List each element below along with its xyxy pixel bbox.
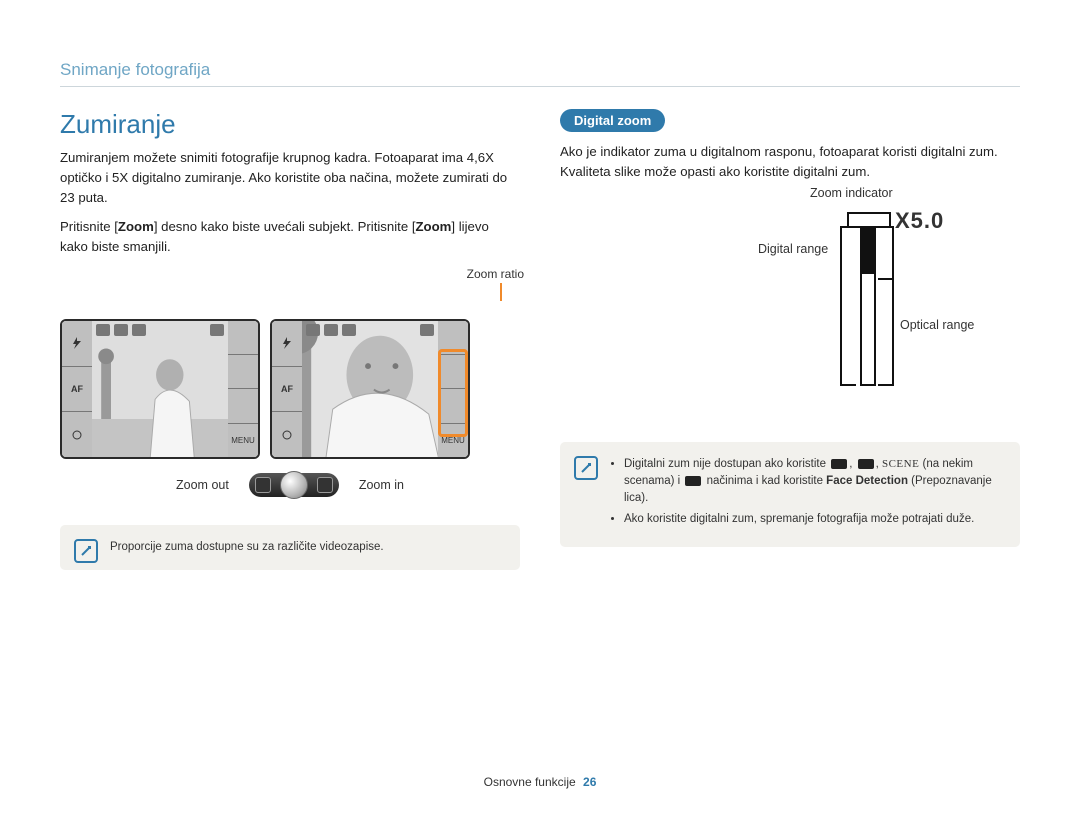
- zoom-scale-fill: [862, 224, 874, 274]
- af-icon[interactable]: AF: [272, 366, 302, 412]
- zoom-rocker[interactable]: [249, 473, 339, 497]
- digital-zoom-text: Ako je indikator zuma u digitalnom raspo…: [560, 142, 1020, 182]
- camera-previews: AF MENU: [60, 319, 520, 459]
- bracket-top: [878, 226, 894, 280]
- page-footer: Osnovne funkcije 26: [0, 775, 1080, 789]
- quality-icon: [132, 324, 146, 336]
- footer-section: Osnovne funkcije: [484, 775, 576, 789]
- optical-range-label: Optical range: [900, 318, 974, 332]
- battery-icon: [210, 324, 224, 336]
- movie-mode-icon: [685, 476, 701, 486]
- preview-wide: AF MENU: [60, 319, 260, 459]
- bracket-digital-range: [840, 226, 856, 386]
- zoom-rocker-row: Zoom out Zoom in: [60, 473, 520, 497]
- timer-icon[interactable]: [62, 411, 92, 457]
- bracket-optical-range: [878, 278, 894, 386]
- intro-text: Zumiranjem možete snimiti fotografije kr…: [60, 148, 520, 207]
- size-icon: [114, 324, 128, 336]
- instruction-text: Pritisnite [Zoom] desno kako biste uveća…: [60, 217, 520, 257]
- note-icon: [74, 539, 98, 563]
- note-text: Proporcije zuma dostupne su za različite…: [110, 541, 384, 553]
- hud-right-buttons: MENU: [228, 321, 258, 457]
- zoom-scale-icon[interactable]: [228, 388, 258, 422]
- size-icon: [324, 324, 338, 336]
- note-item: Digitalni zum nije dostupan ako koristit…: [624, 456, 1006, 508]
- flash-icon[interactable]: [62, 321, 92, 366]
- zoom-value: X5.0: [895, 208, 944, 234]
- zoom-scale-icon[interactable]: [228, 354, 258, 388]
- mode-icon: [96, 324, 110, 336]
- rocker-tele-icon: [317, 477, 333, 493]
- zoom-scale-bar: [860, 222, 876, 386]
- preview-zoomed: AF MENU: [270, 319, 470, 459]
- right-column: Digital zoom Ako je indikator zuma u dig…: [560, 109, 1020, 570]
- page-number: 26: [583, 775, 596, 789]
- hud-top-icons: [306, 324, 434, 338]
- flash-icon[interactable]: [272, 321, 302, 366]
- left-column: Zumiranje Zumiranjem možete snimiti foto…: [60, 109, 520, 570]
- mode-icon: [306, 324, 320, 336]
- timer-icon[interactable]: [272, 411, 302, 457]
- hud-left-buttons: AF: [272, 321, 302, 457]
- rocker-knob: [280, 471, 308, 499]
- callout-line: [500, 283, 502, 301]
- hud-left-buttons: AF: [62, 321, 92, 457]
- rocker-wide-icon: [255, 477, 271, 493]
- note-item: Ako koristite digitalni zum, spremanje f…: [624, 511, 1006, 528]
- note-icon: [574, 456, 598, 480]
- af-icon[interactable]: AF: [62, 366, 92, 412]
- camera-mode-icon: [831, 459, 847, 469]
- zoom-in-label: Zoom in: [359, 478, 404, 492]
- zoom-out-label: Zoom out: [176, 478, 229, 492]
- quality-icon: [342, 324, 356, 336]
- zoom-ratio-highlight: [438, 349, 468, 437]
- note-box: Proporcije zuma dostupne su za različite…: [60, 525, 520, 570]
- zoom-scale-icon[interactable]: [228, 321, 258, 354]
- zoom-ratio-label: Zoom ratio: [467, 267, 524, 281]
- hud-top-icons: [96, 324, 224, 338]
- scene-mode-icon: SCENE: [882, 458, 919, 470]
- digital-range-label: Digital range: [758, 242, 828, 256]
- battery-icon: [420, 324, 434, 336]
- section-title: Zumiranje: [60, 109, 520, 140]
- menu-icon[interactable]: MENU: [228, 423, 258, 457]
- zoom-indicator-diagram: Zoom indicator Digital range Optical ran…: [560, 192, 1020, 412]
- breadcrumb: Snimanje fotografija: [60, 60, 1020, 87]
- digital-zoom-heading: Digital zoom: [560, 109, 665, 132]
- hand-mode-icon: [858, 459, 874, 469]
- note-box: Digitalni zum nije dostupan ako koristit…: [560, 442, 1020, 547]
- zoom-indicator-label: Zoom indicator: [810, 186, 893, 200]
